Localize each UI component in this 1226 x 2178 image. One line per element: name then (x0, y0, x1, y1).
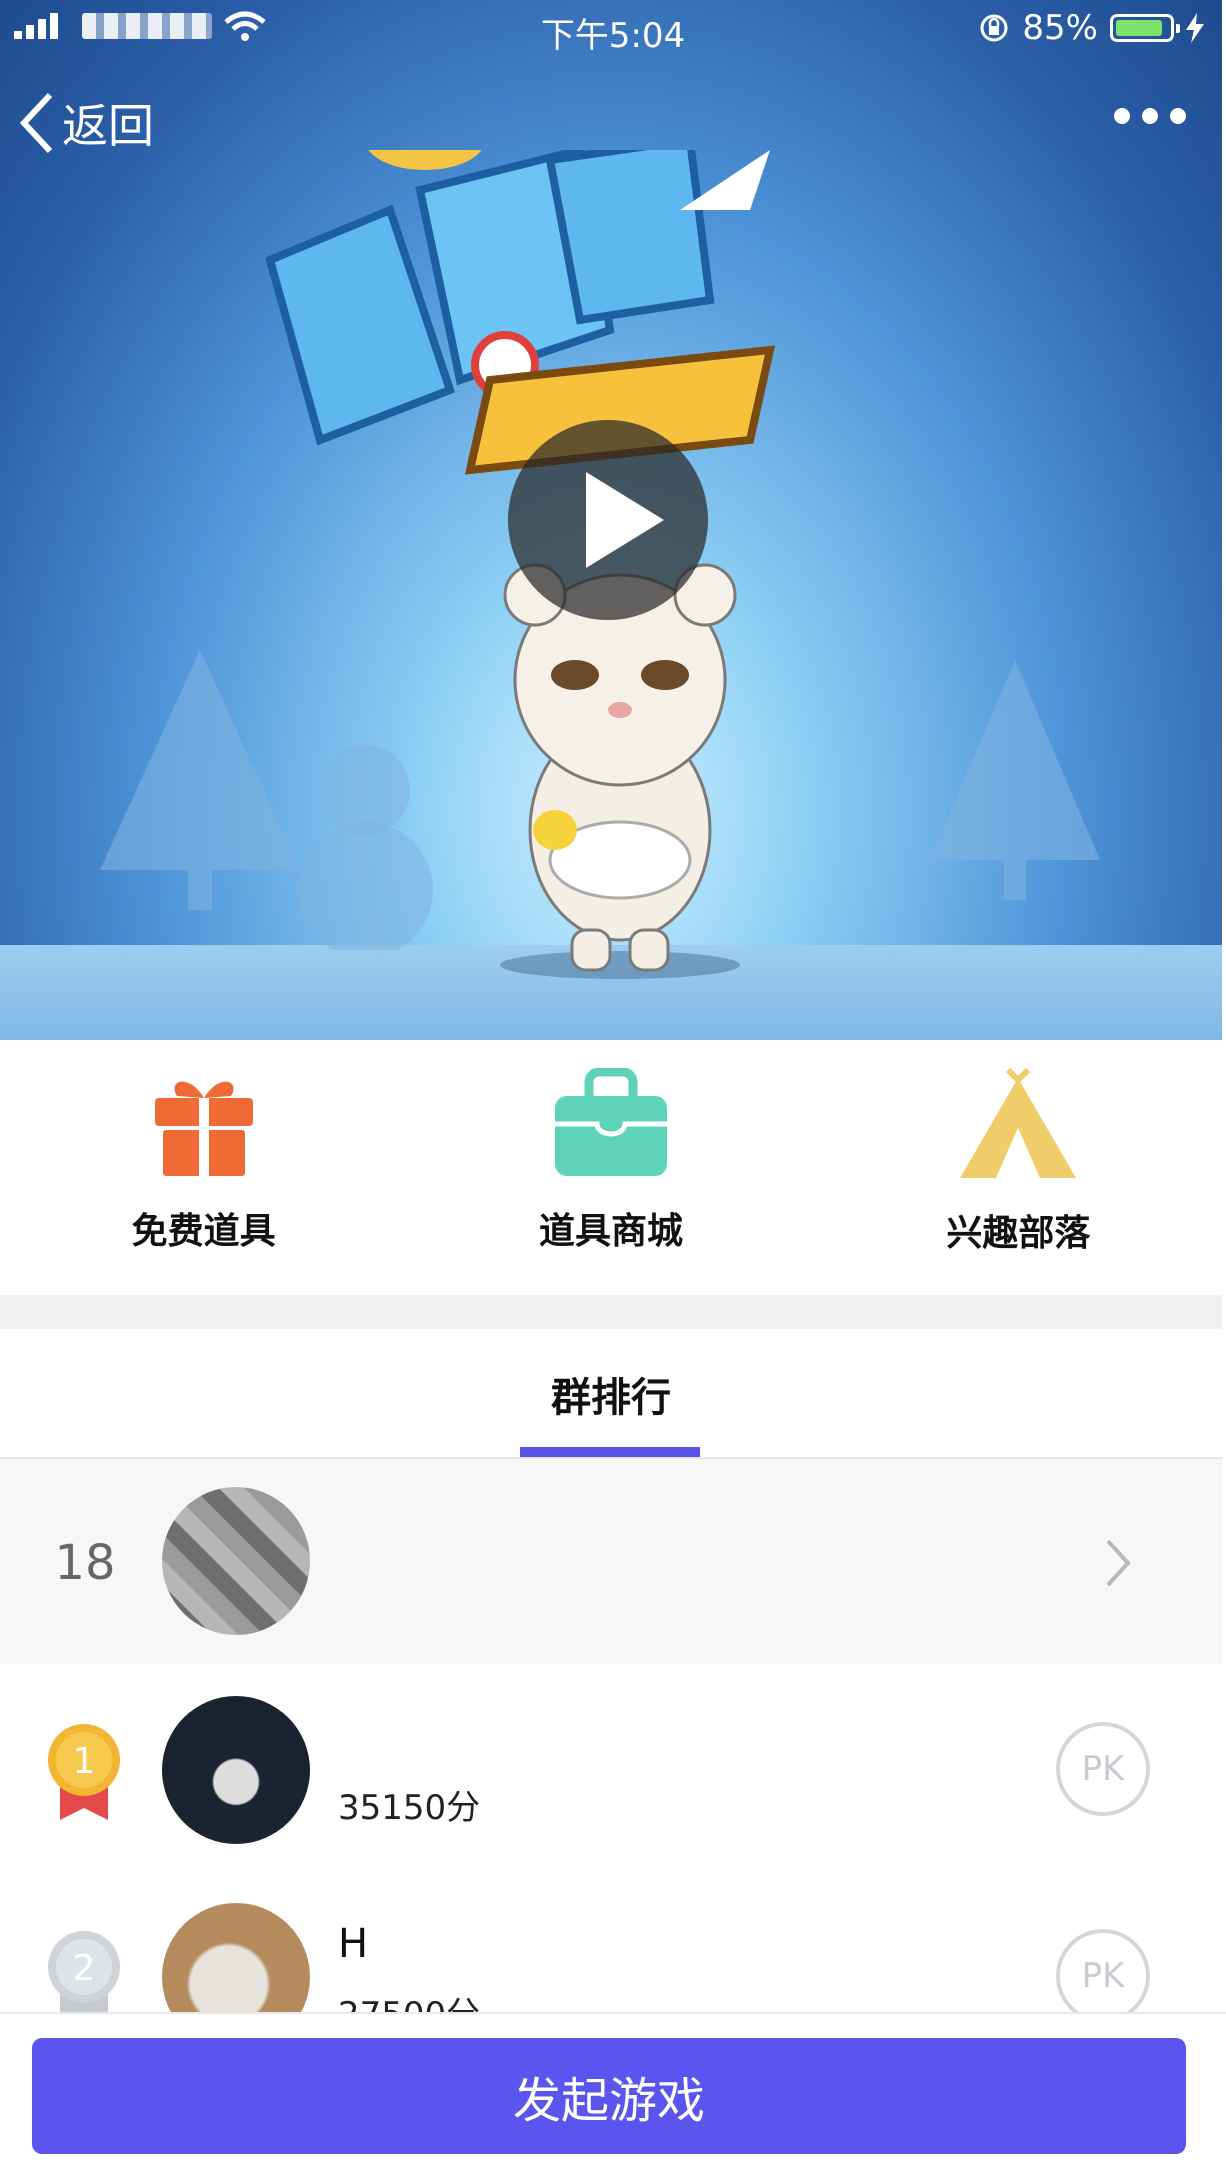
play-video-button[interactable] (508, 420, 708, 620)
gift-icon (154, 1081, 253, 1176)
player-score: 35150分 (338, 1788, 481, 1828)
action-label: 免费道具 (131, 1211, 276, 1252)
dot-icon (1114, 108, 1130, 124)
status-right: 85% (978, 8, 1204, 48)
medal-rank-number: 2 (73, 1948, 96, 1989)
avatar (162, 1487, 310, 1635)
medal-rank-number: 1 (73, 1741, 96, 1782)
quick-actions: 免费道具 道具商城 兴趣部落 (0, 1040, 1222, 1295)
bottom-bar: 发起游戏 (0, 2012, 1226, 2178)
action-label: 道具商城 (538, 1211, 683, 1252)
back-chevron-icon (19, 92, 53, 154)
rotation-lock-icon (980, 14, 1008, 42)
section-divider (0, 1295, 1222, 1329)
pk-button[interactable]: PK (1056, 1722, 1150, 1816)
back-label: 返回 (62, 99, 154, 153)
gold-medal-icon: 1 (48, 1724, 120, 1820)
snowman-icon (297, 745, 433, 950)
tree-icon (100, 650, 300, 910)
status-bar: 下午5:04 85% (0, 0, 1226, 60)
battery-percent: 85% (1022, 8, 1098, 48)
tab-indicator (520, 1447, 700, 1457)
nav-bar: 返回 (0, 80, 1226, 170)
self-rank-row[interactable]: 18 (0, 1459, 1222, 1664)
chevron-right-icon (1106, 1539, 1131, 1587)
shop-bag-icon (554, 1068, 667, 1176)
pk-button[interactable]: PK (1056, 1929, 1150, 2023)
bear-character (500, 563, 740, 979)
list-item: 1 35150分 PK (0, 1666, 1222, 1871)
start-game-button[interactable]: 发起游戏 (32, 2038, 1186, 2154)
tab-bar: 群排行 (0, 1329, 1222, 1459)
back-button[interactable]: 返回 (18, 90, 154, 156)
action-free-items[interactable]: 免费道具 (0, 1040, 407, 1295)
avatar (162, 1696, 310, 1844)
battery-icon (1110, 14, 1180, 42)
tree-icon (930, 660, 1100, 900)
action-label: 兴趣部落 (946, 1213, 1091, 1254)
dot-icon (1142, 108, 1158, 124)
dot-icon (1170, 108, 1186, 124)
action-interest-tribe[interactable]: 兴趣部落 (815, 1040, 1222, 1295)
tent-icon (960, 1068, 1077, 1178)
more-options-button[interactable] (1114, 108, 1186, 124)
tab-group-ranking[interactable]: 群排行 (0, 1365, 1222, 1423)
charging-icon (1186, 13, 1204, 43)
rank-number: 18 (54, 1535, 116, 1591)
game-logo (265, 150, 776, 475)
player-name: H (338, 1921, 371, 1967)
action-item-shop[interactable]: 道具商城 (407, 1040, 814, 1295)
